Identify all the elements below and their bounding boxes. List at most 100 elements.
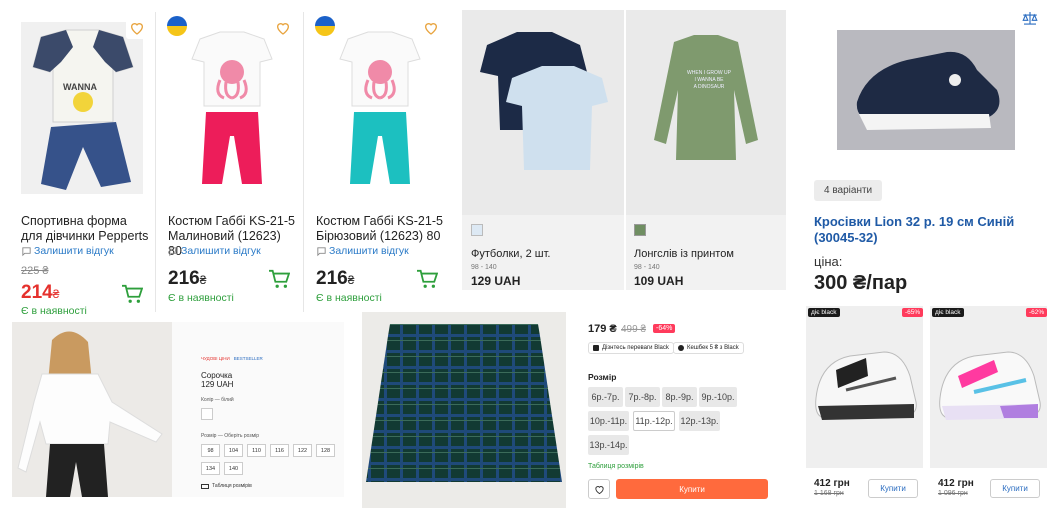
price: 412 грн [814, 478, 850, 489]
skirt-price: 179 ₴ [588, 323, 617, 335]
product-image[interactable]: WHEN I GROW UP I WANNA BE A DINOSAUR [626, 10, 786, 215]
size-option[interactable]: 134 [201, 462, 220, 475]
price: 216₴ [316, 268, 355, 289]
buy-button[interactable]: Купити [868, 479, 918, 498]
price: 109 UAH [634, 274, 684, 288]
product-title[interactable]: Кросівки Lion 32 р. 19 см Синій (30045-3… [814, 214, 1044, 246]
print-line-3: A DINOSAUR [693, 84, 725, 90]
discount-badge: -65% [902, 308, 924, 317]
product-image[interactable] [806, 306, 923, 468]
cart-icon[interactable] [121, 284, 143, 304]
size-option-selected[interactable]: 11р.-12р. [633, 411, 675, 431]
size-option[interactable]: 13р.-14р. [588, 435, 629, 455]
size-label: Розмір — Оберіть розмір [201, 433, 260, 439]
product-title[interactable]: Футболки, 2 шт. [471, 248, 550, 260]
price: 216₴ [168, 268, 207, 289]
leave-review-link[interactable]: Залишити відгук [316, 245, 409, 257]
product-card-longsleeve[interactable]: WHEN I GROW UP I WANNA BE A DINOSAUR Лон… [626, 10, 786, 290]
promo-tag: ЧУДОВІ ЦІНИ [201, 356, 230, 361]
comment-icon [317, 246, 326, 256]
cashback-chip[interactable]: Кешбек 5 ₴ з Black [673, 342, 744, 354]
print-line-1: WHEN I GROW UP [687, 70, 731, 76]
size-option[interactable]: 98 [201, 444, 220, 457]
size-option[interactable]: 110 [247, 444, 266, 457]
size-table-link[interactable]: Таблиця розмірів [588, 463, 644, 470]
print-line-2: I WANNA BE [694, 77, 724, 83]
size-option[interactable]: 104 [224, 444, 243, 457]
size-option[interactable]: 9р.-10р. [699, 387, 737, 407]
availability: Є в наявності [168, 292, 234, 304]
comment-icon [169, 246, 178, 256]
size-option[interactable]: 128 [316, 444, 335, 457]
product-card-3[interactable]: Костюм Габбі KS-21-5 Бірюзовий (12623) 8… [308, 12, 450, 317]
cart-icon[interactable] [416, 269, 438, 289]
heart-icon [130, 23, 144, 35]
compare-scales-icon[interactable] [1021, 10, 1039, 26]
comment-icon [22, 246, 31, 256]
price: 412 грн [938, 478, 974, 489]
product-image[interactable]: WANNA [21, 22, 143, 194]
old-price: 225 ₴ [21, 265, 49, 277]
color-swatch[interactable] [201, 408, 213, 420]
leave-review-link[interactable]: Залишити відгук [168, 245, 261, 257]
size-range: 98 - 140 [634, 264, 660, 271]
bestseller-tag: BESTSELLER [233, 356, 263, 361]
product-card-shoe-2[interactable]: діє black -62% 412 грн 1 096 грн Купити [930, 306, 1050, 506]
variants-chip[interactable]: 4 варіанти [814, 180, 883, 201]
product-card-2[interactable]: Костюм Габбі KS-21-5 Малиновий (12623) 8… [160, 12, 302, 317]
product-card-shoe-1[interactable]: діє black -65% 412 грн 1 168 грн Купити [806, 306, 924, 506]
size-range: 98 - 140 [471, 264, 497, 271]
cart-icon[interactable] [268, 269, 290, 289]
old-price: 1 096 грн [938, 490, 968, 497]
product-card-shirt[interactable]: ЧУДОВІ ЦІНИ BESTSELLER Сорочка 129 UAH К… [12, 322, 344, 497]
discount-badge: -62% [1026, 308, 1048, 317]
product-title[interactable]: Спортивна форма для дівчинки Pepperts [21, 214, 151, 244]
product-card-sneaker[interactable]: 4 варіанти Кросівки Lion 32 р. 19 см Син… [800, 8, 1050, 298]
product-image[interactable] [930, 306, 1047, 468]
size-option[interactable]: 12р.-13р. [679, 411, 720, 431]
availability: Є в наявності [316, 292, 382, 304]
skirt-discount: -64% [653, 324, 676, 333]
product-image[interactable] [12, 322, 172, 497]
price: 129 UAH [471, 274, 521, 288]
skirt-old-price: 499 ₴ [621, 324, 647, 335]
product-title[interactable]: Лонгслів із принтом [634, 248, 734, 260]
size-option[interactable]: 7р.-8р. [625, 387, 660, 407]
product-image-skirt[interactable] [362, 312, 566, 508]
black-benefits-chip[interactable]: Дізнтесь переваги Black [588, 342, 674, 354]
color-swatch[interactable] [471, 224, 483, 236]
product-image[interactable] [182, 24, 282, 194]
product-card-tees[interactable]: Футболки, 2 шт. 98 - 140 129 UAH [462, 10, 624, 290]
black-badge: діє black [808, 308, 840, 317]
favorite-button[interactable] [588, 479, 610, 499]
coin-icon [678, 345, 684, 351]
availability: Є в наявності [21, 305, 87, 317]
product-image[interactable] [330, 24, 430, 194]
black-badge-icon [593, 345, 599, 351]
product-card-1[interactable]: WANNA Спортивна форма для дівчинки Peppe… [14, 12, 154, 317]
leave-review-link[interactable]: Залишити відгук [21, 245, 114, 257]
size-title: Розмір [588, 372, 617, 382]
favorite-button[interactable] [126, 17, 148, 39]
ruler-icon [201, 483, 209, 489]
price: 129 UAH [201, 380, 234, 389]
size-option[interactable]: 6р.-7р. [588, 387, 623, 407]
price: 214₴ [21, 282, 60, 303]
price: 300 ₴/пар [814, 272, 908, 294]
color-swatch[interactable] [634, 224, 646, 236]
product-title[interactable]: Костюм Габбі KS-21-5 Бірюзовий (12623) 8… [316, 214, 446, 244]
size-option[interactable]: 8р.-9р. [662, 387, 697, 407]
size-option[interactable]: 10р.-11р. [588, 411, 629, 431]
size-option[interactable]: 140 [224, 462, 243, 475]
heart-icon [594, 485, 604, 494]
size-table-link[interactable]: Таблиця розмірів [201, 483, 252, 489]
product-image[interactable] [462, 10, 624, 215]
size-option[interactable]: 122 [293, 444, 312, 457]
buy-button[interactable]: Купити [990, 479, 1040, 498]
price-label: ціна: [814, 254, 843, 269]
color-label: Колір — білий [201, 397, 234, 403]
buy-button[interactable]: Купити [616, 479, 768, 499]
product-image[interactable] [837, 30, 1015, 150]
size-option[interactable]: 116 [270, 444, 289, 457]
product-title[interactable]: Сорочка [201, 371, 232, 380]
